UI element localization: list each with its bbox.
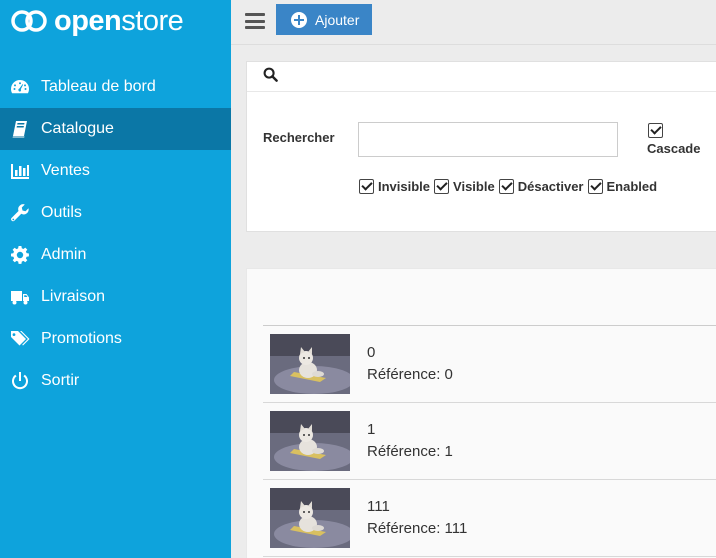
list-item[interactable]: 0 Référence: 0 [263, 326, 716, 403]
sidebar-nav: Tableau de bord Catalogue Ventes Outils … [0, 66, 231, 402]
product-list: 0 Référence: 0 1 Référence: 1 111 Référe… [263, 325, 716, 557]
sidebar-item-ventes[interactable]: Ventes [0, 150, 231, 192]
filter-enabled[interactable]: Enabled [587, 179, 658, 194]
wrench-icon [9, 203, 31, 223]
filter-desactiver-checkbox[interactable] [498, 179, 514, 194]
power-icon [9, 371, 31, 391]
cascade-checkbox[interactable] [648, 123, 663, 138]
sidebar-item-outils[interactable]: Outils [0, 192, 231, 234]
book-icon [9, 119, 31, 139]
sidebar-item-catalogue[interactable]: Catalogue [0, 108, 231, 150]
product-reference: Référence: 111 [367, 520, 468, 537]
brand-name: openstore [54, 5, 184, 37]
cascade-label: Cascade [647, 141, 701, 156]
sidebar-item-sortir[interactable]: Sortir [0, 360, 231, 402]
logo-icon [11, 10, 47, 32]
filter-visible-checkbox[interactable] [434, 179, 450, 194]
product-reference: Référence: 1 [367, 443, 453, 460]
filter-desactiver[interactable]: Désactiver [498, 179, 584, 194]
product-name: 1 [367, 421, 376, 438]
search-panel: Rechercher Cascade Invisible Visible Dés… [246, 61, 716, 232]
search-label: Rechercher [263, 130, 335, 145]
status-filters: Invisible Visible Désactiver Enabled [359, 179, 661, 194]
search-icon[interactable] [263, 67, 278, 82]
filter-label: Visible [453, 179, 495, 194]
add-button-label: Ajouter [315, 11, 360, 28]
truck-icon [9, 287, 31, 307]
product-thumbnail[interactable] [270, 488, 350, 548]
list-item[interactable]: 111 Référence: 111 [263, 480, 716, 557]
product-thumbnail[interactable] [270, 334, 350, 394]
search-input[interactable] [358, 122, 618, 157]
bar-chart-icon [9, 161, 31, 181]
add-button[interactable]: Ajouter [276, 4, 372, 35]
sidebar-item-label: Tableau de bord [41, 78, 156, 95]
sidebar-item-label: Livraison [41, 288, 106, 305]
sidebar-item-label: Catalogue [41, 120, 114, 137]
filter-enabled-checkbox[interactable] [587, 179, 603, 194]
sidebar-item-livraison[interactable]: Livraison [0, 276, 231, 318]
product-thumbnail[interactable] [270, 411, 350, 471]
filter-visible[interactable]: Visible [434, 179, 495, 194]
filter-label: Enabled [606, 179, 658, 194]
sidebar-item-admin[interactable]: Admin [0, 234, 231, 276]
sidebar-item-label: Promotions [41, 330, 122, 347]
product-name: 111 [367, 498, 390, 515]
list-item[interactable]: 1 Référence: 1 [263, 403, 716, 480]
filter-invisible-checkbox[interactable] [359, 179, 374, 194]
sidebar-item-label: Ventes [41, 162, 90, 179]
sidebar-item-promotions[interactable]: Promotions [0, 318, 231, 360]
product-reference: Référence: 0 [367, 366, 453, 383]
sidebar-item-label: Sortir [41, 372, 80, 389]
top-bar: Ajouter [231, 0, 716, 45]
results-panel: 0 Référence: 0 1 Référence: 1 111 Référe… [246, 268, 716, 558]
sidebar-item-tableau-de-bord[interactable]: Tableau de bord [0, 66, 231, 108]
plus-circle-icon [291, 11, 307, 28]
sidebar: openstore Tableau de bord Catalogue Vent… [0, 0, 231, 558]
filter-label: Désactiver [517, 179, 584, 194]
logo[interactable]: openstore [10, 5, 184, 37]
tags-icon [9, 329, 31, 349]
search-panel-header [247, 62, 716, 92]
product-name: 0 [367, 344, 376, 361]
sidebar-item-label: Outils [41, 204, 82, 221]
gear-icon [9, 245, 31, 265]
filter-label: Invisible [378, 179, 431, 194]
sidebar-item-label: Admin [41, 246, 87, 263]
hamburger-menu-icon[interactable] [245, 13, 265, 29]
dashboard-icon [9, 77, 31, 97]
filter-invisible[interactable]: Invisible [359, 179, 430, 194]
